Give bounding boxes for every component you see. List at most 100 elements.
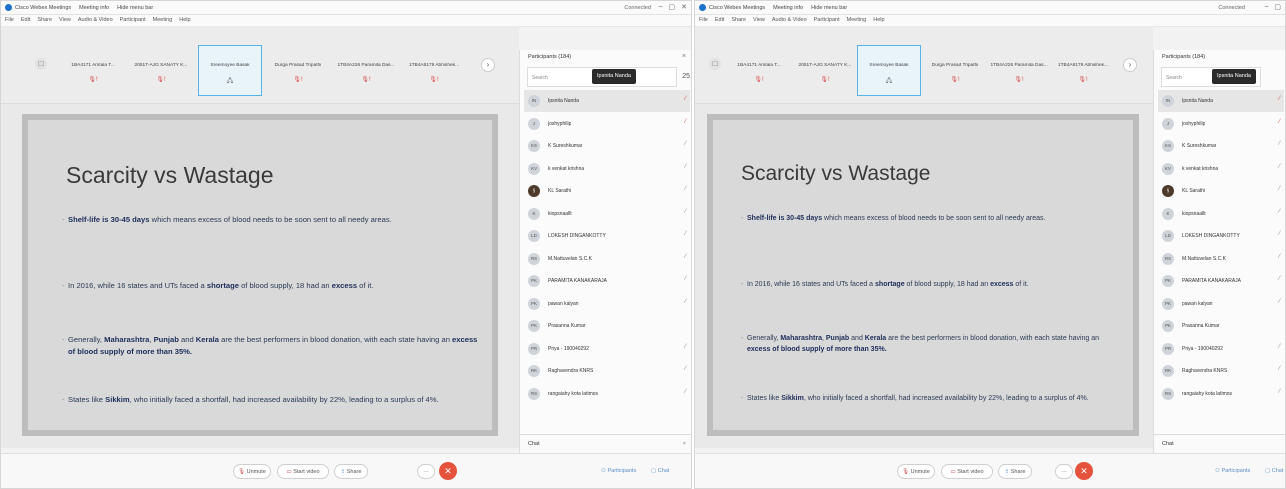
video-thumbnail-active-speaker[interactable]: Sreemoyee Basak 🖧: [198, 45, 262, 96]
thumbnail-scroll-left-icon[interactable]: □: [709, 58, 721, 70]
menu-audio-video[interactable]: Audio & Video: [772, 17, 807, 23]
participants-button[interactable]: ⚇ Participants: [601, 466, 636, 477]
title-tab[interactable]: Cisco Webex Meetings: [709, 5, 765, 11]
video-thumbnail[interactable]: Durga Prasad Tripathi 🎙!: [923, 46, 987, 96]
thumbnail-scroll-right-icon[interactable]: ›: [481, 58, 495, 72]
participant-row[interactable]: KV k venkat krishna ⁄: [1158, 158, 1284, 180]
mic-icon[interactable]: ⁄: [685, 299, 686, 305]
mic-icon[interactable]: ⁄: [1279, 209, 1280, 215]
connection-status[interactable]: Connected: [1218, 5, 1245, 11]
participant-row[interactable]: PK pawan kalyan ⁄: [1158, 293, 1284, 315]
video-thumbnail[interactable]: 1TB4A226 Paramita Das... 🎙!: [334, 46, 398, 96]
chat-button[interactable]: ▢ Chat: [1265, 466, 1283, 477]
participant-row[interactable]: PK Prasanna Kumar: [1158, 315, 1284, 337]
close-icon[interactable]: ✕: [681, 3, 687, 11]
participant-row[interactable]: PR Priya - 190040292 ⁄: [1158, 338, 1284, 360]
mic-icon[interactable]: ⁄: [1279, 164, 1280, 170]
mic-icon[interactable]: ⁄: [685, 186, 686, 192]
muted-mic-icon[interactable]: ⁄: [1279, 119, 1280, 125]
chat-panel-header[interactable]: Chat ×: [520, 434, 691, 453]
end-meeting-button[interactable]: ✕: [1075, 462, 1093, 480]
mic-icon[interactable]: ⁄: [1279, 141, 1280, 147]
mic-icon[interactable]: ⁄: [1279, 299, 1280, 305]
menu-help[interactable]: Help: [179, 17, 190, 23]
participants-header[interactable]: Participants (184): [1162, 54, 1205, 60]
mic-icon[interactable]: ⁄: [1279, 231, 1280, 237]
menu-share[interactable]: Share: [731, 17, 746, 23]
video-thumbnail[interactable]: 1TB4A226 Paramita Das... 🎙!: [987, 46, 1051, 96]
chat-close-icon[interactable]: ×: [683, 435, 686, 453]
menu-edit[interactable]: Edit: [715, 17, 724, 23]
unmute-button[interactable]: 🎙 Unmute: [233, 464, 271, 479]
participant-row[interactable]: LD LOKESH DINGANKOTTY ⁄: [524, 225, 690, 247]
participant-row[interactable]: IN Ipsnita Nanda ⁄: [524, 90, 690, 112]
mic-icon[interactable]: ⁄: [1279, 254, 1280, 260]
title-tab[interactable]: Cisco Webex Meetings: [15, 5, 71, 11]
video-thumbnail-active-speaker[interactable]: Sreemoyee Basak 🖧: [857, 45, 921, 96]
mic-icon[interactable]: ⁄: [685, 164, 686, 170]
participant-row[interactable]: PK Prasanna Kumar: [524, 315, 690, 337]
mic-icon[interactable]: ⁄: [685, 231, 686, 237]
mic-icon[interactable]: ⁄: [685, 254, 686, 260]
mic-icon[interactable]: ⁄: [685, 209, 686, 215]
participant-row[interactable]: PR Priya - 190040292 ⁄: [524, 338, 690, 360]
connection-status[interactable]: Connected: [624, 5, 651, 11]
participant-row[interactable]: RS rangaiahy kota latimos ⁄: [1158, 383, 1284, 405]
title-tab[interactable]: Hide menu bar: [811, 5, 847, 11]
video-thumbnail[interactable]: 1BA4171 Amtala T... 🎙!: [727, 46, 791, 96]
title-tab[interactable]: Meeting info: [773, 5, 803, 11]
unmute-button[interactable]: 🎙 Unmute: [897, 464, 935, 479]
mic-icon[interactable]: ⁄: [685, 344, 686, 350]
minimize-icon[interactable]: –: [1264, 3, 1268, 11]
participant-row[interactable]: PK pawan kalyan ⁄: [524, 293, 690, 315]
menu-participant[interactable]: Participant: [814, 17, 840, 23]
menu-file[interactable]: File: [699, 17, 708, 23]
minimize-icon[interactable]: –: [659, 3, 663, 11]
mic-icon[interactable]: ⁄: [1279, 186, 1280, 192]
participant-row[interactable]: PK PARAMITA KANAKARAJA ⁄: [1158, 270, 1284, 292]
participant-row[interactable]: Kkiopsnaallt ⁄: [1158, 203, 1284, 225]
menu-meeting[interactable]: Meeting: [153, 17, 173, 23]
video-thumbnail[interactable]: Durga Prasad Tripathi 🎙!: [266, 46, 330, 96]
mic-icon[interactable]: ⁄: [1279, 389, 1280, 395]
participant-row[interactable]: RS M.Nattuvelan S.C.K ⁄: [524, 248, 690, 270]
participant-row[interactable]: § KL Sarathi ⁄: [1158, 180, 1284, 202]
menu-audio-video[interactable]: Audio & Video: [78, 17, 113, 23]
participant-row[interactable]: § KL Sarathi ⁄: [524, 180, 690, 202]
video-thumbnail[interactable]: 1BA4171 Amtala T... 🎙!: [61, 46, 125, 96]
menu-view[interactable]: View: [59, 17, 71, 23]
title-tab[interactable]: Meeting info: [79, 5, 109, 11]
thumbnail-scroll-right-icon[interactable]: ›: [1123, 58, 1137, 72]
video-thumbnail[interactable]: 1TB4A6179 Abhishek... 🎙!: [1051, 46, 1115, 96]
participant-row[interactable]: IN Ipsnita Nanda ⁄: [1158, 90, 1284, 112]
end-meeting-button[interactable]: ✕: [439, 462, 457, 480]
mic-icon[interactable]: ⁄: [685, 276, 686, 282]
more-options-button[interactable]: ···: [417, 464, 435, 479]
participant-row[interactable]: KV k venkat krishna ⁄: [524, 158, 690, 180]
mic-icon[interactable]: ⁄: [685, 389, 686, 395]
participant-row[interactable]: KS K Sureshkumar ⁄: [524, 135, 690, 157]
share-button[interactable]: ⇪ Share: [998, 464, 1032, 479]
participant-row[interactable]: PK PARAMITA KANAKARAJA ⁄: [524, 270, 690, 292]
share-button[interactable]: ⇪ Share: [334, 464, 368, 479]
menu-share[interactable]: Share: [37, 17, 52, 23]
maximize-icon[interactable]: ▢: [669, 3, 676, 11]
participants-header[interactable]: Participants (184): [528, 54, 571, 60]
mic-icon[interactable]: ⁄: [1279, 366, 1280, 372]
participant-row[interactable]: RS rangaiahy kota latimos ⁄: [524, 383, 690, 405]
muted-mic-icon[interactable]: ⁄: [685, 96, 686, 102]
participant-row[interactable]: RK Raghavendra KNRS ⁄: [1158, 360, 1284, 382]
start-video-button[interactable]: ▭ Start video: [277, 464, 329, 479]
menu-help[interactable]: Help: [873, 17, 884, 23]
participant-row[interactable]: RK Raghavendra KNRS ⁄: [524, 360, 690, 382]
mic-icon[interactable]: ⁄: [685, 141, 686, 147]
more-options-button[interactable]: ···: [1055, 464, 1073, 479]
video-thumbnail[interactable]: 1TB4A6179 Abhishek... 🎙!: [402, 46, 466, 96]
mic-icon[interactable]: ⁄: [1279, 344, 1280, 350]
thumbnail-scroll-left-icon[interactable]: □: [35, 58, 47, 70]
mic-icon[interactable]: ⁄: [685, 366, 686, 372]
muted-mic-icon[interactable]: ⁄: [1279, 96, 1280, 102]
video-thumbnail[interactable]: 2051T-AJG SANATY K... 🎙!: [129, 46, 193, 96]
title-tab[interactable]: Hide menu bar: [117, 5, 153, 11]
menu-file[interactable]: File: [5, 17, 14, 23]
